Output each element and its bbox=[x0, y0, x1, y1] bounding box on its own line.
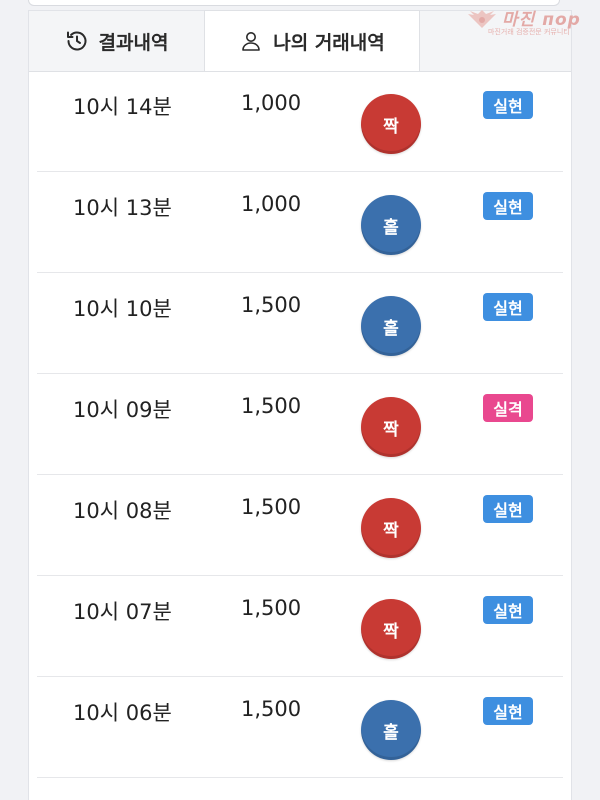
result-badge-success: 실현 bbox=[483, 495, 533, 523]
tab-my-trades[interactable]: 나의 거래내역 bbox=[204, 10, 420, 71]
trade-row[interactable]: 10시 08분 1,500 짝 실현 bbox=[37, 475, 563, 576]
trade-row[interactable]: 10시 14분 1,000 짝 실현 bbox=[37, 71, 563, 172]
pick-ball-even: 짝 bbox=[361, 94, 421, 154]
result-badge-success: 실현 bbox=[483, 697, 533, 725]
trade-time: 10시 14분 bbox=[73, 95, 172, 119]
trade-amount: 1,500 bbox=[241, 394, 302, 418]
trade-time: 10시 06분 bbox=[73, 701, 172, 725]
trade-list: 10시 14분 1,000 짝 실현 10시 13분 1,000 홀 실현 10… bbox=[29, 71, 571, 778]
trade-row[interactable]: 10시 10분 1,500 홀 실현 bbox=[37, 273, 563, 374]
trade-time: 10시 13분 bbox=[73, 196, 172, 220]
logo-tagline: 마진거래 검증전문 커뮤니티 bbox=[488, 28, 570, 36]
site-logo: 마진 пор 마진거래 검증전문 커뮤니티 bbox=[464, 6, 592, 36]
result-badge-success: 실현 bbox=[483, 192, 533, 220]
result-badge-success: 실현 bbox=[483, 91, 533, 119]
trade-row[interactable]: 10시 06분 1,500 홀 실현 bbox=[37, 677, 563, 778]
trade-amount: 1,000 bbox=[241, 192, 302, 216]
pick-ball-odd: 홀 bbox=[361, 296, 421, 356]
tab-result-history[interactable]: 결과내역 bbox=[29, 11, 204, 71]
trade-amount: 1,000 bbox=[241, 91, 302, 115]
user-icon bbox=[239, 29, 263, 53]
trade-amount: 1,500 bbox=[241, 596, 302, 620]
trade-time: 10시 10분 bbox=[73, 297, 172, 321]
result-badge-success: 실현 bbox=[483, 596, 533, 624]
trade-row[interactable]: 10시 13분 1,000 홀 실현 bbox=[37, 172, 563, 273]
trade-history-panel: 결과내역 나의 거래내역 10시 14분 1,000 짝 실현 10시 13분 … bbox=[28, 10, 572, 800]
trade-row[interactable]: 10시 09분 1,500 짝 실격 bbox=[37, 374, 563, 475]
pick-ball-even: 짝 bbox=[361, 498, 421, 558]
pick-ball-even: 짝 bbox=[361, 397, 421, 457]
trade-amount: 1,500 bbox=[241, 697, 302, 721]
trade-time: 10시 07분 bbox=[73, 600, 172, 624]
result-badge-fail: 실격 bbox=[483, 394, 533, 422]
pick-ball-odd: 홀 bbox=[361, 700, 421, 760]
trade-row[interactable]: 10시 07분 1,500 짝 실현 bbox=[37, 576, 563, 677]
trade-time: 10시 09분 bbox=[73, 398, 172, 422]
trade-time: 10시 08분 bbox=[73, 499, 172, 523]
pick-ball-odd: 홀 bbox=[361, 195, 421, 255]
tab-my-trades-label: 나의 거래내역 bbox=[273, 31, 385, 54]
pick-ball-even: 짝 bbox=[361, 599, 421, 659]
result-badge-success: 실현 bbox=[483, 293, 533, 321]
trade-amount: 1,500 bbox=[241, 495, 302, 519]
trade-amount: 1,500 bbox=[241, 293, 302, 317]
tab-result-history-label: 결과내역 bbox=[98, 31, 169, 54]
history-icon bbox=[65, 29, 89, 53]
